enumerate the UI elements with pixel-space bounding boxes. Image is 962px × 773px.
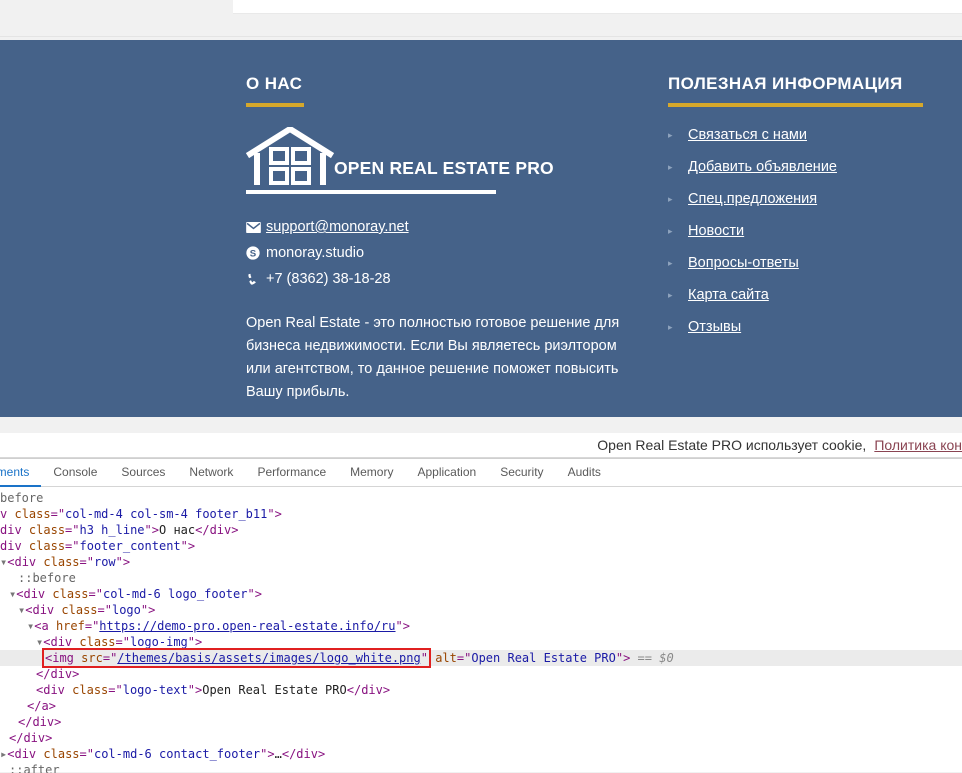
list-item: ▸ Отзывы bbox=[668, 319, 938, 335]
footer-column-info: ПОЛЕЗНАЯ ИНФОРМАЦИЯ ▸ Связаться с нами ▸ До… bbox=[668, 74, 938, 351]
page-white-remnant bbox=[233, 0, 962, 13]
dom-node-row[interactable]: ▾<a href="https://demo-pro.open-real-est… bbox=[0, 618, 962, 634]
list-item: ▸ Новости bbox=[668, 223, 938, 239]
dom-node-row[interactable]: div class="footer_content"> bbox=[0, 538, 962, 554]
dom-node-row[interactable]: </a> bbox=[0, 698, 962, 714]
list-item: ▸ Добавить объявление bbox=[668, 159, 938, 175]
footer-link-2[interactable]: Добавить объявление bbox=[688, 159, 837, 175]
dom-node-row[interactable]: <div class="logo-text">Open Real Estate … bbox=[0, 682, 962, 698]
footer-links-list: ▸ Связаться с нами ▸ Добавить объявление ▸ Сп… bbox=[668, 127, 938, 335]
footer-contacts: support@monoray.net S monoray.studio +7 … bbox=[246, 216, 636, 290]
footer-link-6[interactable]: Карта сайта bbox=[688, 287, 769, 303]
chevron-right-icon: ▸ bbox=[668, 161, 673, 172]
site-footer: О НАС OPEN REAL ESTATE PRO support@monor… bbox=[0, 40, 962, 473]
dom-node-row[interactable]: ::before bbox=[0, 570, 962, 586]
dom-node-row[interactable]: v class="col-md-4 col-sm-4 footer_b11"> bbox=[0, 506, 962, 522]
contact-phone-value: +7 (8362) 38-18-28 bbox=[266, 271, 391, 287]
footer-logo[interactable]: OPEN REAL ESTATE PRO bbox=[245, 125, 636, 192]
devtools-tab-console[interactable]: Console bbox=[41, 459, 109, 487]
chevron-right-icon: ▸ bbox=[668, 225, 673, 236]
dom-node-row[interactable]: div class="h3 h_line">О нас</div> bbox=[0, 522, 962, 538]
devtools-tab-security[interactable]: Security bbox=[488, 459, 555, 487]
list-item: ▸ Спец.предложения bbox=[668, 191, 938, 207]
dom-node-row[interactable]: ▸<div class="col-md-6 contact_footer">…<… bbox=[0, 746, 962, 762]
top-hairline bbox=[233, 13, 962, 14]
devtools-tabbar: ementsConsoleSourcesNetworkPerformanceMe… bbox=[0, 459, 962, 487]
contact-skype-value: monoray.studio bbox=[266, 245, 365, 261]
footer-link-4[interactable]: Новости bbox=[688, 223, 744, 239]
chevron-right-icon: ▸ bbox=[668, 129, 673, 140]
footer-column-about: О НАС OPEN REAL ESTATE PRO support@monor… bbox=[245, 74, 636, 404]
about-description: Open Real Estate - это полностью готовое… bbox=[246, 315, 620, 400]
dom-node-row[interactable]: before bbox=[0, 490, 962, 506]
contact-phone: +7 (8362) 38-18-28 bbox=[246, 268, 636, 290]
cookie-notice-text: Open Real Estate PRO использует cookie, bbox=[597, 437, 867, 453]
devtools-tab-network[interactable]: Network bbox=[177, 459, 245, 487]
dom-node-row[interactable]: <img src="/themes/basis/assets/images/lo… bbox=[0, 648, 962, 668]
dom-node-row[interactable]: ▾<div class="col-md-6 logo_footer"> bbox=[0, 586, 962, 602]
footer-link-3[interactable]: Спец.предложения bbox=[688, 191, 817, 207]
dom-node-row[interactable]: ::after bbox=[0, 762, 962, 773]
footer-logo-text: OPEN REAL ESTATE PRO bbox=[334, 158, 554, 178]
devtools-panel: ementsConsoleSourcesNetworkPerformanceMe… bbox=[0, 458, 962, 773]
dom-node-row[interactable]: ▾<div class="logo-img"> bbox=[0, 634, 962, 650]
contact-email-link[interactable]: support@monoray.net bbox=[266, 216, 409, 238]
info-heading-underline bbox=[668, 103, 923, 107]
about-heading: О НАС bbox=[246, 74, 303, 93]
list-item: ▸ Связаться с нами bbox=[668, 127, 938, 143]
contact-skype: S monoray.studio bbox=[246, 242, 636, 264]
house-icon bbox=[245, 125, 335, 192]
chevron-right-icon: ▸ bbox=[668, 257, 673, 268]
devtools-dom-tree[interactable]: before v class="col-md-4 col-sm-4 footer_… bbox=[0, 488, 962, 773]
skype-icon: S bbox=[246, 246, 266, 260]
dom-node-row[interactable]: </div> bbox=[0, 666, 962, 682]
devtools-tab-ements[interactable]: ements bbox=[0, 459, 41, 487]
footer-link-1[interactable]: Связаться с нами bbox=[688, 127, 807, 143]
chevron-right-icon: ▸ bbox=[668, 289, 673, 300]
list-item: ▸ Карта сайта bbox=[668, 287, 938, 303]
contact-email[interactable]: support@monoray.net bbox=[246, 216, 636, 238]
envelope-icon bbox=[246, 221, 266, 233]
about-heading-underline bbox=[246, 103, 304, 107]
devtools-tab-performance[interactable]: Performance bbox=[245, 459, 338, 487]
phone-icon bbox=[246, 272, 266, 286]
devtools-tab-sources[interactable]: Sources bbox=[109, 459, 177, 487]
cookie-policy-link[interactable]: Политика кон bbox=[874, 437, 962, 453]
footer-link-5[interactable]: Вопросы-ответы bbox=[688, 255, 799, 271]
dom-node-row[interactable]: </div> bbox=[0, 714, 962, 730]
list-item: ▸ Вопросы-ответы bbox=[668, 255, 938, 271]
top-divider bbox=[0, 36, 962, 37]
page-top-strip bbox=[0, 0, 962, 40]
dom-node-row[interactable]: ▾<div class="row"> bbox=[0, 554, 962, 570]
devtools-tab-memory[interactable]: Memory bbox=[338, 459, 405, 487]
svg-text:S: S bbox=[250, 249, 257, 260]
dom-node-row[interactable]: </div> bbox=[0, 730, 962, 746]
devtools-tab-audits[interactable]: Audits bbox=[556, 459, 613, 487]
chevron-right-icon: ▸ bbox=[668, 193, 673, 204]
info-heading: ПОЛЕЗНАЯ ИНФОРМАЦИЯ bbox=[668, 74, 903, 93]
footer-link-7[interactable]: Отзывы bbox=[688, 319, 741, 335]
dom-node-row[interactable]: ▾<div class="logo"> bbox=[0, 602, 962, 618]
cookie-notice-bar: Open Real Estate PRO использует cookie, … bbox=[0, 433, 962, 458]
devtools-tab-application[interactable]: Application bbox=[405, 459, 488, 487]
chevron-right-icon: ▸ bbox=[668, 321, 673, 332]
